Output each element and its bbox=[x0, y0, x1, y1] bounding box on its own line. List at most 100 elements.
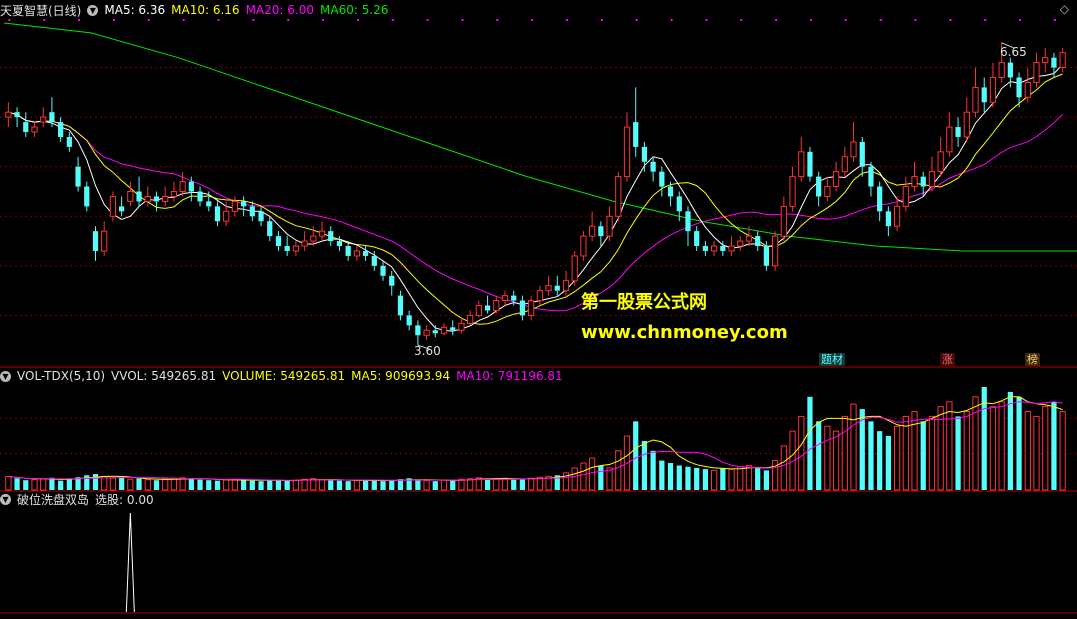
panel-expand-icon[interactable]: ◇ bbox=[1060, 2, 1069, 16]
candle-body bbox=[371, 255, 377, 266]
chevron-down-icon[interactable]: ▼ bbox=[87, 4, 99, 16]
tag-rank[interactable]: 榜 bbox=[1025, 353, 1040, 366]
candle-body bbox=[1007, 62, 1013, 78]
volume-bar bbox=[423, 480, 430, 491]
ma60-label: MA60: 5.26 bbox=[320, 3, 389, 17]
volume-bar bbox=[963, 411, 970, 491]
ma60-line bbox=[3, 22, 1077, 252]
candle-body bbox=[362, 250, 369, 256]
candle-body bbox=[623, 126, 631, 178]
candle-body bbox=[816, 176, 822, 197]
candle-body bbox=[345, 246, 351, 256]
candle-body bbox=[206, 201, 212, 207]
volume-bar bbox=[467, 478, 474, 491]
signal-dot bbox=[8, 19, 11, 21]
candle-body bbox=[144, 195, 151, 202]
candle-body bbox=[606, 215, 613, 237]
signal-dot bbox=[43, 19, 46, 21]
candle-body bbox=[275, 236, 282, 247]
volume-bar bbox=[841, 415, 848, 491]
volume-bar bbox=[31, 479, 38, 491]
volume-bar bbox=[162, 478, 169, 491]
candle-body bbox=[475, 305, 482, 316]
chevron-down-icon[interactable]: ▼ bbox=[0, 370, 11, 382]
indicator-title[interactable]: 破位洗盘双岛 bbox=[17, 491, 89, 508]
volume-bar bbox=[832, 430, 840, 491]
candle-body bbox=[153, 196, 160, 202]
volume-bar bbox=[223, 479, 230, 491]
candle-body bbox=[223, 210, 230, 222]
candle-body bbox=[928, 171, 936, 188]
candle-body bbox=[1059, 52, 1066, 69]
candle-body bbox=[101, 230, 108, 252]
candle-body bbox=[963, 111, 970, 138]
signal-dot bbox=[182, 19, 185, 21]
watermark-title: 第一股票公式网 bbox=[581, 292, 707, 313]
volume-bar bbox=[206, 480, 212, 490]
candle-body bbox=[292, 245, 300, 252]
candle-body bbox=[780, 205, 787, 237]
volume-bar bbox=[633, 421, 639, 490]
volume-bar bbox=[728, 468, 735, 491]
volume-bar bbox=[267, 480, 273, 490]
candle-body bbox=[5, 111, 12, 118]
signal-dot bbox=[844, 19, 847, 21]
candle-body bbox=[406, 315, 412, 326]
candle-body bbox=[49, 112, 55, 123]
volume-bar bbox=[920, 421, 926, 490]
indicator-spike bbox=[125, 512, 135, 613]
tag-rise[interactable]: 涨 bbox=[940, 353, 955, 366]
candle-body bbox=[728, 245, 735, 252]
volume-bar bbox=[66, 478, 72, 490]
signal-dot bbox=[775, 19, 778, 21]
volume-bar bbox=[23, 480, 29, 490]
vol-ma10-label: MA10: 791196.81 bbox=[456, 369, 563, 383]
tag-theme[interactable]: 题材 bbox=[819, 353, 845, 366]
volume-bar bbox=[345, 481, 351, 490]
volume-bar bbox=[598, 465, 604, 490]
volume-bar bbox=[188, 478, 194, 490]
candle-body bbox=[807, 151, 813, 177]
candle-body bbox=[249, 206, 255, 217]
candle-body bbox=[589, 225, 596, 237]
volume-bar bbox=[144, 479, 151, 491]
candle-body bbox=[755, 236, 761, 247]
volume-bar bbox=[667, 463, 674, 490]
signal-dot bbox=[1019, 19, 1022, 21]
candle-body bbox=[633, 122, 639, 147]
candle-body bbox=[119, 206, 125, 212]
volume-bar bbox=[694, 467, 700, 490]
volume-bar bbox=[928, 415, 936, 491]
candle-body bbox=[519, 300, 526, 316]
signal-dot bbox=[1053, 19, 1056, 21]
signal-dot bbox=[461, 19, 464, 21]
candle-body bbox=[998, 62, 1005, 78]
vol-title[interactable]: VOL-TDX(5,10) bbox=[17, 369, 105, 383]
volume-bar bbox=[615, 450, 622, 491]
candle-body bbox=[267, 221, 273, 237]
ma5-label: MA5: 6.36 bbox=[104, 3, 166, 17]
candle-body bbox=[440, 326, 448, 334]
volume-bar bbox=[737, 466, 744, 491]
volume-bar bbox=[850, 403, 857, 491]
candle-body bbox=[562, 280, 570, 292]
volume-bar bbox=[458, 478, 465, 491]
volume-bar bbox=[14, 478, 20, 490]
volume-bar bbox=[972, 396, 979, 491]
candle-body bbox=[127, 191, 134, 202]
candle-body bbox=[667, 186, 674, 197]
volume-bar bbox=[353, 479, 360, 491]
candle-body bbox=[1016, 77, 1022, 98]
candle-body bbox=[824, 186, 831, 197]
stock-title[interactable]: 天夏智慧(日线) bbox=[0, 2, 81, 19]
volume-bar bbox=[450, 479, 456, 490]
candle-body bbox=[1051, 57, 1057, 68]
volume-bar bbox=[589, 457, 596, 491]
chevron-down-icon[interactable]: ▼ bbox=[0, 493, 11, 505]
volume-bar bbox=[292, 479, 300, 491]
volume-bar bbox=[511, 479, 517, 490]
volume-bar bbox=[798, 415, 805, 491]
candle-body bbox=[536, 290, 543, 302]
candle-body bbox=[109, 195, 117, 217]
volume-bar bbox=[371, 480, 377, 490]
